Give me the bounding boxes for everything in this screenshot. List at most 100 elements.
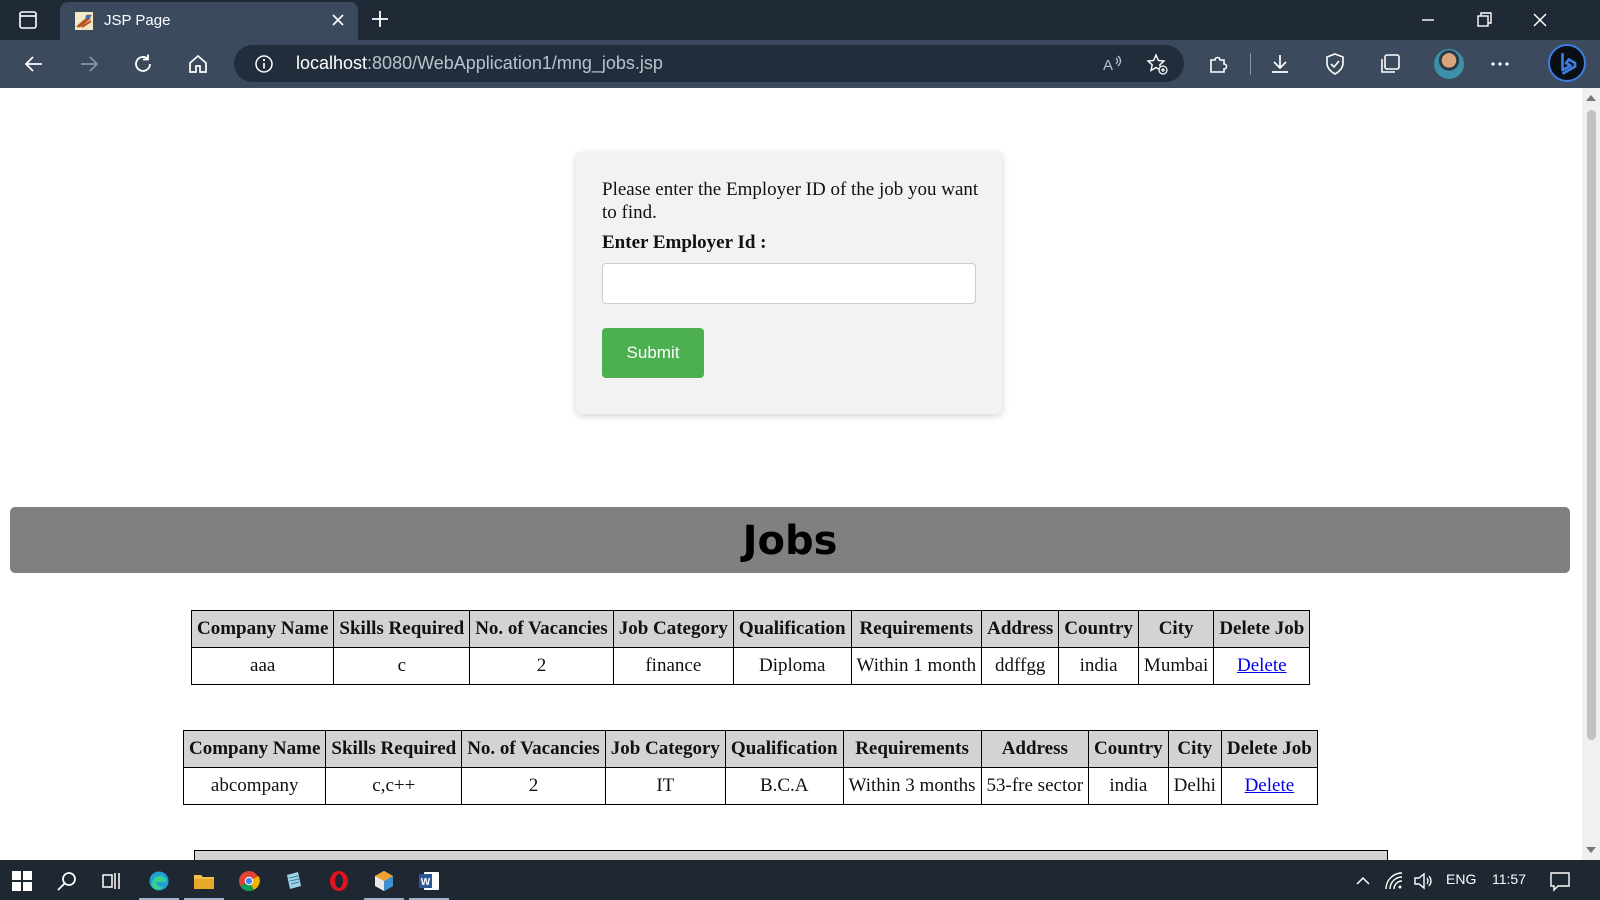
- page-scrollbar[interactable]: [1582, 88, 1600, 860]
- restore-icon[interactable]: [1474, 10, 1494, 30]
- browser-title-bar: JSP Page: [0, 0, 1600, 40]
- language-indicator[interactable]: ENG: [1446, 871, 1476, 887]
- table-cell: c: [333, 647, 471, 685]
- home-icon[interactable]: [187, 53, 209, 75]
- scroll-down-arrow-icon[interactable]: [1586, 847, 1596, 853]
- notepad-app-icon[interactable]: [283, 870, 305, 892]
- table-cell: Delete: [1220, 767, 1318, 805]
- column-header: Country: [1088, 730, 1169, 768]
- url-host: localhost: [296, 53, 368, 73]
- table-cell: abcompany: [182, 767, 327, 805]
- scrollbar-thumb[interactable]: [1587, 110, 1596, 740]
- table-header-row: Company Name Skills Required No. of Vaca…: [182, 730, 1318, 768]
- jobs-heading: Jobs: [10, 507, 1570, 573]
- windows-taskbar: W ENG 11:57: [0, 860, 1600, 900]
- employer-id-label: Enter Employer Id :: [602, 232, 767, 253]
- submit-button[interactable]: Submit: [602, 328, 704, 378]
- collections-icon[interactable]: [1378, 52, 1402, 76]
- tab-actions-icon[interactable]: [18, 10, 38, 30]
- column-header: Company Name: [190, 610, 335, 648]
- read-aloud-icon[interactable]: A: [1102, 53, 1124, 75]
- delete-job-link[interactable]: Delete: [1245, 775, 1295, 796]
- opera-app-icon[interactable]: [328, 870, 350, 892]
- tab-title: JSP Page: [104, 12, 171, 29]
- table-row: abcompany c,c++ 2 IT B.C.A Within 3 mont…: [182, 767, 1318, 805]
- refresh-icon[interactable]: [132, 53, 154, 75]
- column-header: Skills Required: [325, 730, 463, 768]
- delete-job-link[interactable]: Delete: [1237, 655, 1287, 676]
- downloads-icon[interactable]: [1268, 52, 1292, 76]
- clock[interactable]: 11:57: [1492, 871, 1526, 887]
- back-icon[interactable]: [23, 53, 45, 75]
- chrome-app-icon[interactable]: [238, 870, 260, 892]
- java-favicon-icon: [75, 12, 93, 30]
- address-bar[interactable]: localhost:8080/WebApplication1/mng_jobs.…: [234, 45, 1184, 82]
- column-header: Requirements: [850, 610, 983, 648]
- table-cell: 2: [469, 647, 614, 685]
- bing-copilot-icon[interactable]: [1548, 44, 1586, 82]
- table-cell: 53-fre sector: [980, 767, 1090, 805]
- table-cell: india: [1088, 767, 1169, 805]
- new-tab-icon[interactable]: [370, 9, 390, 29]
- table-cell: Delete: [1213, 647, 1311, 685]
- table-row: aaa c 2 finance Diploma Within 1 month d…: [190, 647, 1311, 685]
- table-cell: IT: [604, 767, 726, 805]
- browser-tab[interactable]: JSP Page: [60, 2, 358, 40]
- toolbar-divider: [1250, 53, 1251, 75]
- add-favorite-icon[interactable]: [1146, 53, 1168, 75]
- minimize-icon[interactable]: [1418, 10, 1438, 30]
- employer-id-input[interactable]: [602, 263, 976, 304]
- word-app-icon[interactable]: W: [418, 870, 440, 892]
- volume-icon[interactable]: [1412, 870, 1434, 892]
- job-table-3-partial: [194, 850, 1388, 860]
- site-info-icon[interactable]: [254, 54, 274, 74]
- url-text[interactable]: localhost:8080/WebApplication1/mng_jobs.…: [296, 53, 663, 74]
- table-header-row: Company Name Skills Required No. of Vaca…: [190, 610, 1311, 648]
- column-header: Delete Job: [1220, 730, 1318, 768]
- url-path: :8080/WebApplication1/mng_jobs.jsp: [367, 53, 663, 73]
- table-cell: B.C.A: [724, 767, 844, 805]
- column-header: No. of Vacancies: [469, 610, 614, 648]
- svg-text:A: A: [1103, 57, 1113, 74]
- column-header: Qualification: [732, 610, 852, 648]
- task-view-icon[interactable]: [101, 870, 123, 892]
- file-explorer-icon[interactable]: [193, 870, 215, 892]
- table-cell: Diploma: [732, 647, 852, 685]
- column-header: Job Category: [612, 610, 734, 648]
- table-cell: Within 1 month: [850, 647, 983, 685]
- column-header: City: [1167, 730, 1222, 768]
- notifications-icon[interactable]: [1549, 870, 1571, 892]
- column-header: Delete Job: [1213, 610, 1311, 648]
- browser-essentials-icon[interactable]: [1323, 52, 1347, 76]
- column-header: Qualification: [724, 730, 844, 768]
- profile-avatar[interactable]: [1434, 49, 1464, 79]
- show-hidden-icons-icon[interactable]: [1352, 870, 1374, 892]
- scroll-up-arrow-icon[interactable]: [1586, 95, 1596, 101]
- edge-app-icon[interactable]: [148, 870, 170, 892]
- close-tab-icon[interactable]: [330, 12, 346, 28]
- page-viewport: Please enter the Employer ID of the job …: [0, 88, 1582, 860]
- table-cell: aaa: [190, 647, 335, 685]
- column-header: No. of Vacancies: [461, 730, 606, 768]
- table-cell: ddffgg: [981, 647, 1060, 685]
- wifi-icon[interactable]: [1383, 870, 1405, 892]
- job-table-2: Company Name Skills Required No. of Vaca…: [182, 730, 1318, 805]
- table-cell: 2: [461, 767, 606, 805]
- netbeans-app-icon[interactable]: [373, 870, 395, 892]
- browser-toolbar: localhost:8080/WebApplication1/mng_jobs.…: [0, 40, 1600, 88]
- more-menu-icon[interactable]: [1488, 52, 1512, 76]
- column-header: Address: [980, 730, 1090, 768]
- job-table-1: Company Name Skills Required No. of Vaca…: [190, 610, 1311, 685]
- windows-start-icon[interactable]: [11, 870, 33, 892]
- employer-search-form: Please enter the Employer ID of the job …: [576, 152, 1002, 414]
- column-header: Skills Required: [333, 610, 471, 648]
- column-header: City: [1137, 610, 1215, 648]
- search-icon[interactable]: [56, 870, 78, 892]
- table-cell: Delhi: [1167, 767, 1222, 805]
- close-window-icon[interactable]: [1530, 10, 1550, 30]
- table-cell: Within 3 months: [842, 767, 982, 805]
- forward-icon[interactable]: [78, 53, 100, 75]
- form-prompt: Please enter the Employer ID of the job …: [602, 179, 979, 223]
- column-header: Country: [1058, 610, 1139, 648]
- extensions-icon[interactable]: [1207, 52, 1231, 76]
